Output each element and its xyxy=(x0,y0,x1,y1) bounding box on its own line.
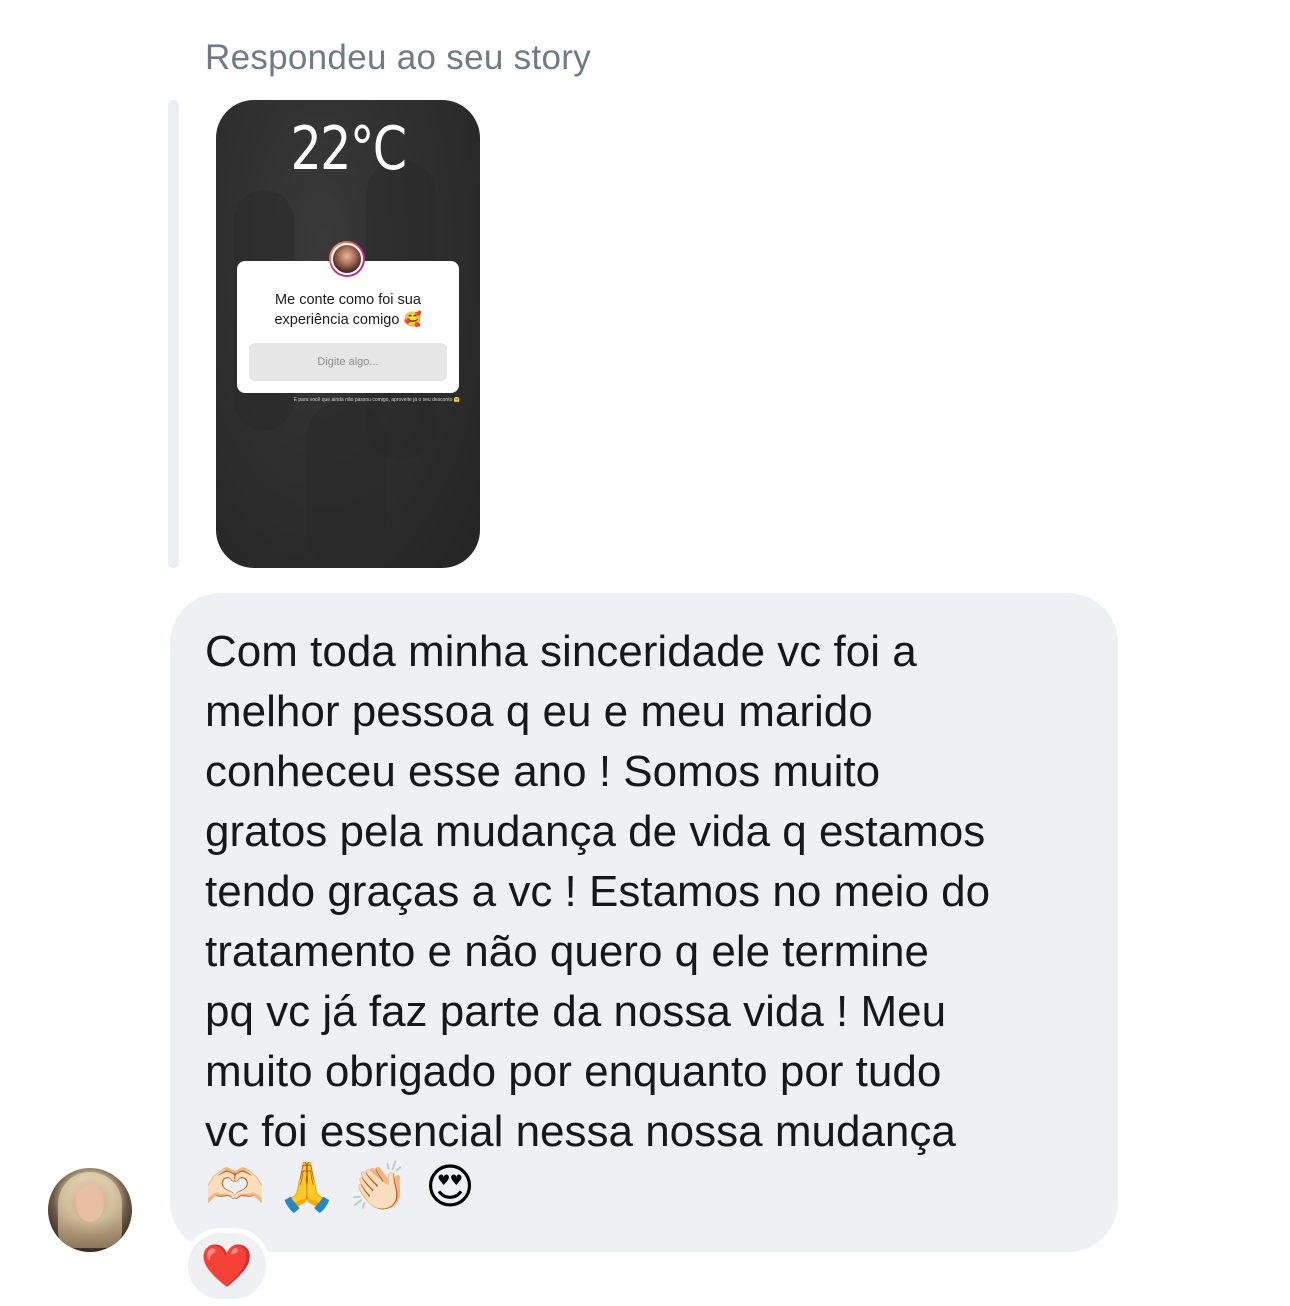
clapping-hands-emoji-icon: 👏🏻 xyxy=(349,1159,409,1215)
story-question-input: Digite algo... xyxy=(249,343,447,381)
story-question-avatar xyxy=(329,241,365,277)
story-background-figure xyxy=(306,400,386,568)
story-avatar-image xyxy=(331,243,363,275)
heart-hands-emoji-icon: 🫶🏻 xyxy=(205,1159,265,1215)
message-emoji-row: 🫶🏻 🙏 👏🏻 😍 xyxy=(205,1158,479,1216)
sender-avatar[interactable] xyxy=(48,1168,132,1252)
praying-hands-emoji-icon: 🙏 xyxy=(277,1159,337,1215)
avatar-face xyxy=(76,1184,104,1222)
quote-bar xyxy=(168,100,179,568)
story-footnote: E para você que ainda não passou comigo,… xyxy=(293,397,460,403)
heart-eyes-emoji-icon: 😍 xyxy=(424,1159,476,1215)
heart-icon: ❤️ xyxy=(200,1241,254,1290)
message-text: Com toda minha sinceridade vc foi a melh… xyxy=(205,627,991,1156)
story-preview[interactable]: 22°C Me conte como foi sua experiência c… xyxy=(216,100,480,568)
reply-header: Respondeu ao seu story xyxy=(205,38,592,77)
story-question-text: Me conte como foi sua experiência comigo… xyxy=(274,292,422,328)
story-question-box: Me conte como foi sua experiência comigo… xyxy=(237,261,459,393)
story-temperature-sticker: 22°C xyxy=(290,114,407,184)
heart-reaction[interactable]: ❤️ xyxy=(183,1228,271,1304)
